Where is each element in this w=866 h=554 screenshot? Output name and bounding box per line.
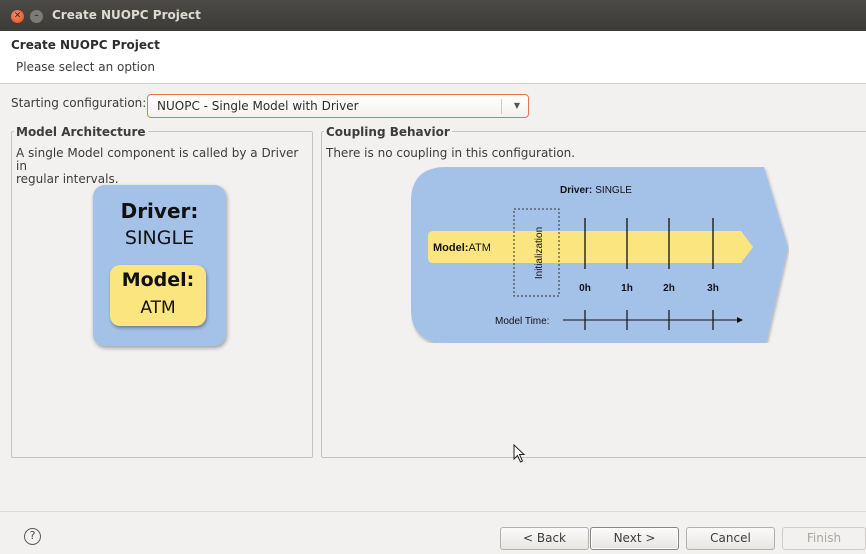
driver-label: Driver:	[120, 199, 199, 223]
wizard-header: Create NUOPC Project Please select an op…	[0, 31, 866, 84]
minimize-window-button[interactable]: –	[30, 10, 43, 23]
model-time-label: Model Time:	[495, 316, 549, 327]
coupling-diagram: Driver: SINGLE Model:ATM Initialization 0…	[411, 167, 788, 343]
starting-configuration-value: NUOPC - Single Model with Driver	[157, 99, 359, 113]
help-icon[interactable]: ?	[24, 528, 41, 545]
finish-button[interactable]: Finish	[782, 527, 866, 550]
close-window-button[interactable]: ✕	[11, 10, 24, 23]
select-separator	[501, 99, 502, 114]
driver-box: Driver: SINGLE Model: ATM	[93, 185, 226, 346]
starting-configuration-label: Starting configuration:	[11, 96, 147, 110]
model-architecture-title: Model Architecture	[14, 125, 148, 139]
title-bar: ✕ – Create NUOPC Project	[0, 0, 866, 31]
model-caption: Model:ATM	[433, 242, 491, 254]
coupling-behavior-description: There is no coupling in this configurati…	[326, 146, 576, 160]
cancel-button[interactable]: Cancel	[686, 527, 775, 550]
mouse-pointer-icon	[513, 444, 526, 463]
back-button[interactable]: < Back	[500, 527, 589, 550]
model-label: Model:	[121, 269, 195, 291]
coupling-behavior-title: Coupling Behavior	[324, 125, 452, 139]
wizard-page-message: Please select an option	[16, 60, 155, 74]
model-architecture-description-line1: A single Model component is called by a …	[16, 146, 299, 173]
wizard-page-title: Create NUOPC Project	[11, 38, 160, 52]
dropdown-arrow-icon[interactable]: ▼	[514, 95, 520, 117]
coupling-behavior-group: Coupling Behavior There is no coupling i…	[321, 125, 866, 458]
window-title: Create NUOPC Project	[52, 8, 201, 22]
next-button[interactable]: Next >	[590, 527, 679, 550]
time-label-2h: 2h	[663, 283, 675, 294]
footer-separator	[0, 511, 866, 512]
time-label-3h: 3h	[707, 283, 719, 294]
model-name: ATM	[140, 298, 176, 318]
time-label-1h: 1h	[621, 283, 633, 294]
model-box: Model: ATM	[110, 265, 206, 326]
initialization-label: Initialization	[534, 227, 545, 279]
driver-caption: Driver: SINGLE	[560, 185, 632, 196]
model-architecture-group: Model Architecture A single Model compon…	[11, 125, 313, 458]
time-label-0h: 0h	[579, 283, 591, 294]
starting-configuration-select[interactable]: NUOPC - Single Model with Driver ▼	[147, 94, 529, 118]
model-architecture-description: A single Model component is called by a …	[16, 147, 312, 186]
driver-name: SINGLE	[124, 227, 195, 249]
